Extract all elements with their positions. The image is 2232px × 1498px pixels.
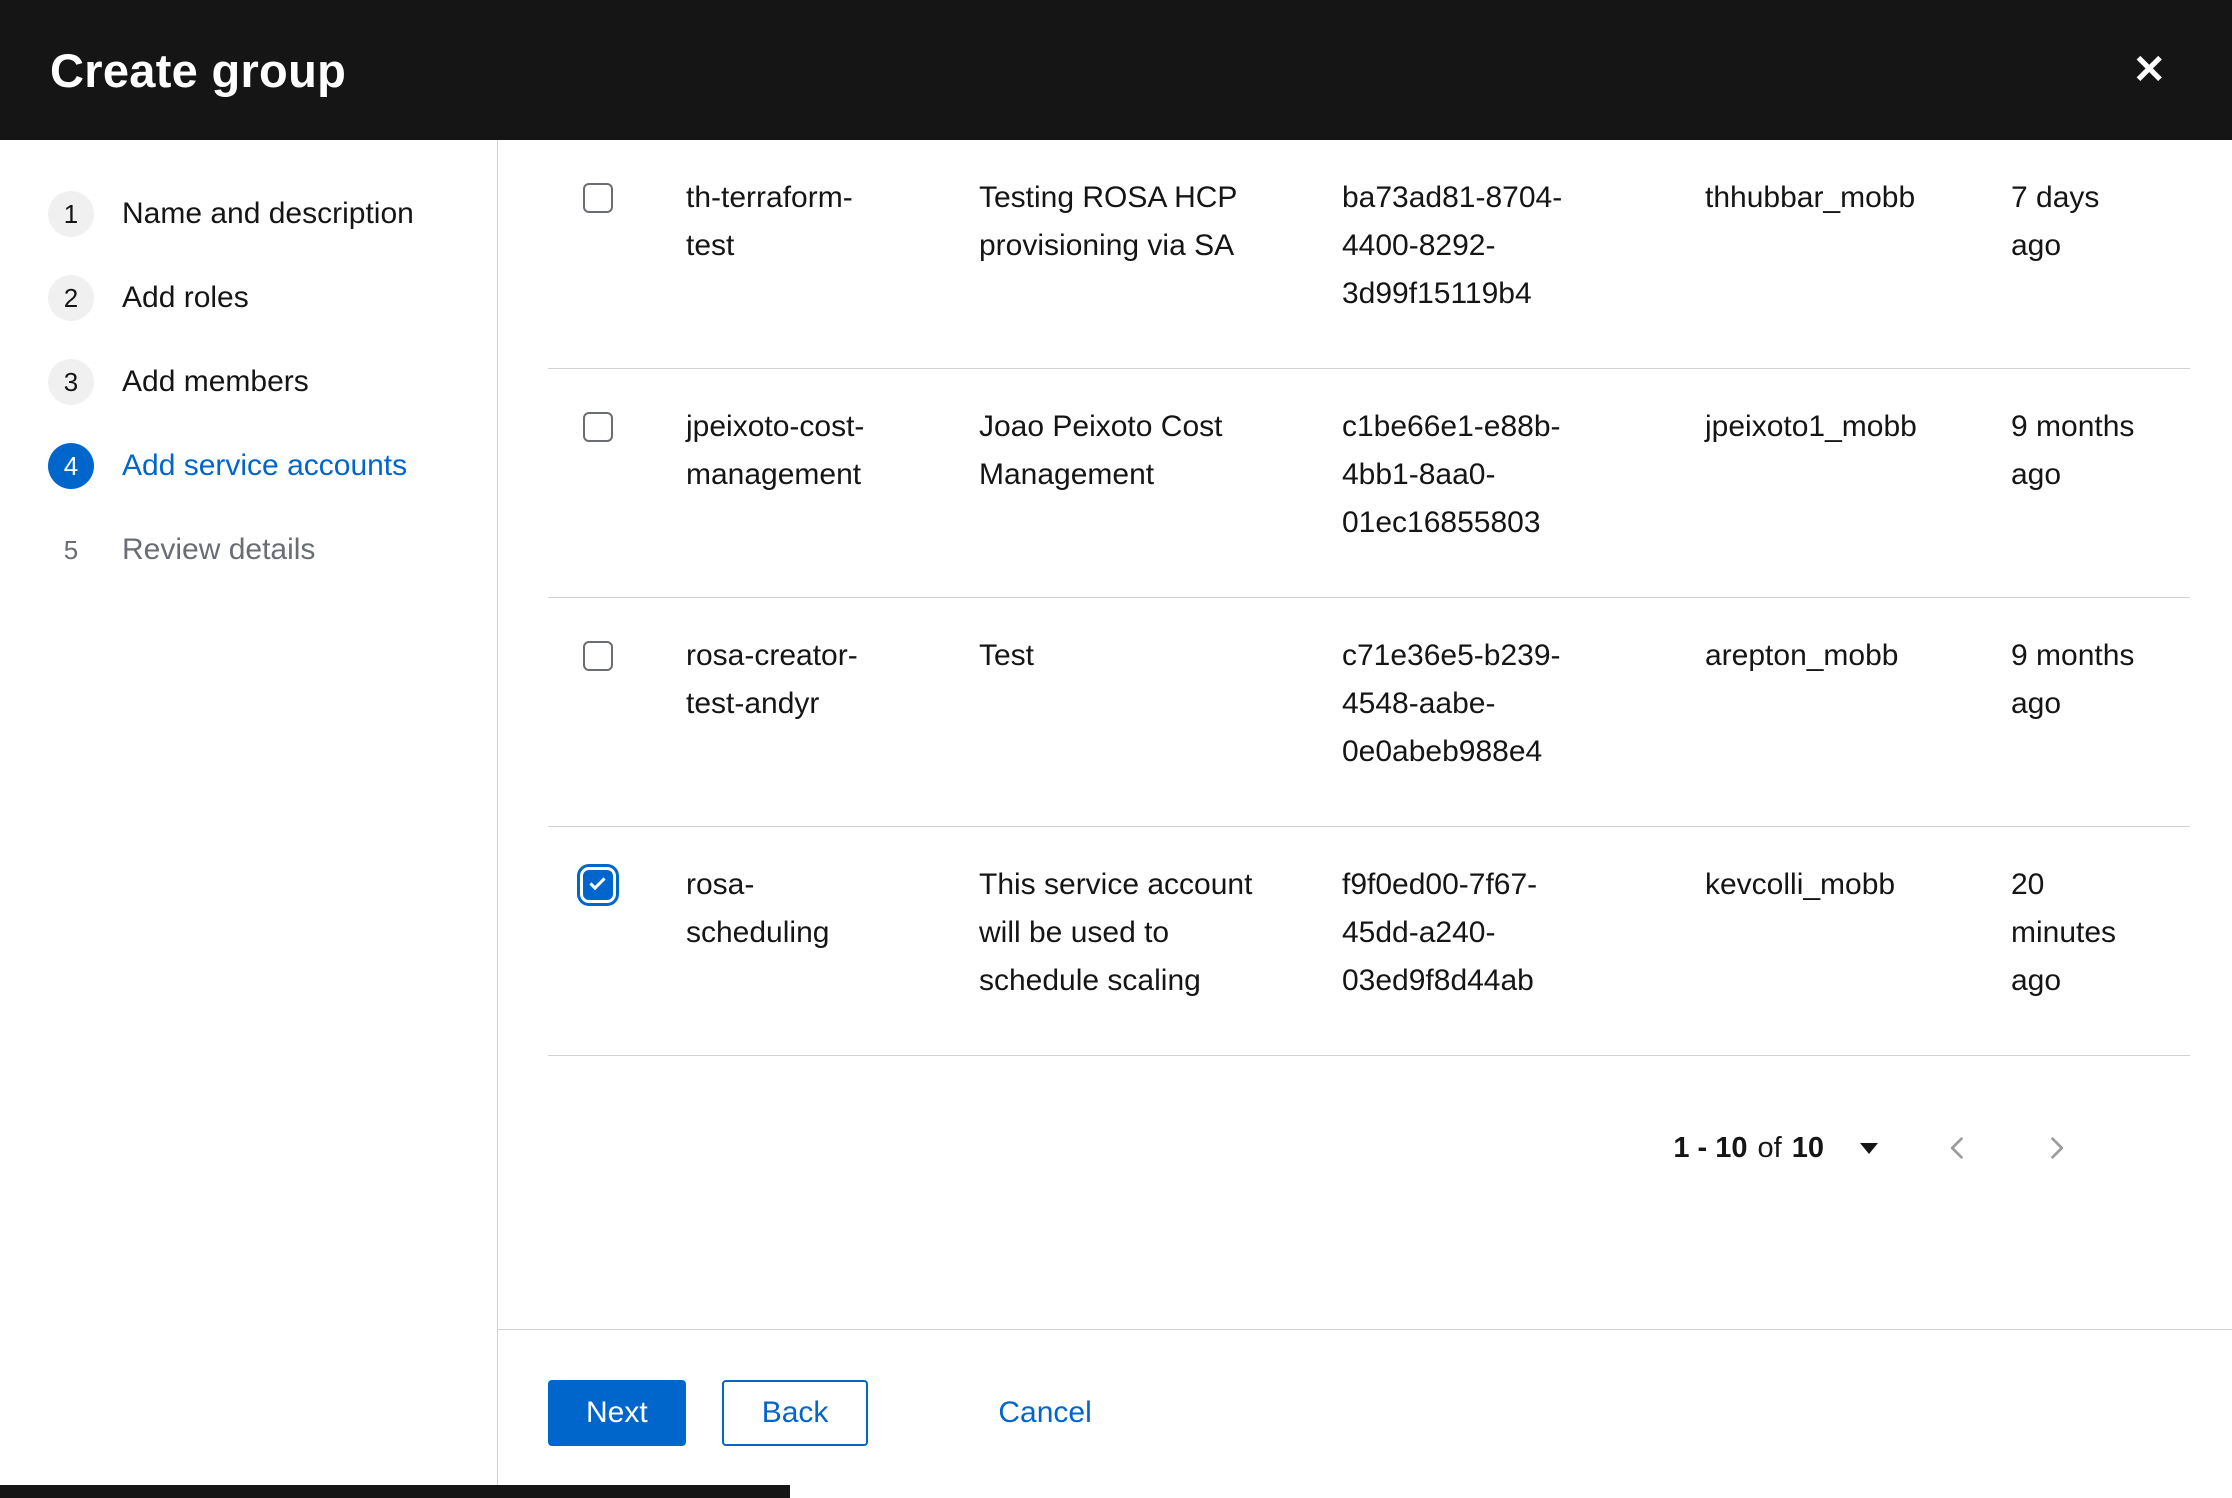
- step-number-badge: 3: [48, 359, 94, 405]
- step-number-badge: 4: [48, 443, 94, 489]
- row-select-checkbox[interactable]: [583, 183, 613, 213]
- cell-client-id: c1be66e1-e88b-4bb1-8aa0-01ec16855803: [1342, 410, 1561, 539]
- back-button[interactable]: Back: [721, 1380, 869, 1446]
- step-label: Name and description: [122, 197, 414, 230]
- checkbox-cell: [498, 403, 686, 547]
- cell-owner: kevcolli_mobb: [1705, 868, 1896, 901]
- modal-body: 1 Name and description 2 Add roles 3 Add…: [0, 140, 2232, 1498]
- cell-name: rosa-creator-test-andyr: [686, 639, 858, 720]
- cell-name: th-terraform-test: [686, 181, 853, 262]
- checkbox-cell: [498, 861, 686, 1005]
- next-button[interactable]: Next: [548, 1380, 686, 1446]
- wizard-step-add-members[interactable]: 3 Add members: [0, 340, 497, 424]
- service-accounts-table: th-terraform-test Testing ROSA HCP provi…: [498, 140, 2232, 1056]
- cell-description: This service account will be used to sch…: [979, 868, 1253, 997]
- pagination-of-label: of: [1757, 1131, 1782, 1164]
- chevron-right-icon: [2051, 1137, 2064, 1159]
- step-number-badge: 2: [48, 275, 94, 321]
- close-icon: ✕: [2132, 48, 2166, 92]
- cancel-button[interactable]: Cancel: [998, 1396, 1091, 1430]
- create-group-modal: Create group ✕ 1 Name and description 2 …: [0, 0, 2232, 1498]
- pagination: 1 - 10 of 10: [498, 1108, 2232, 1188]
- checkbox-cell: [498, 632, 686, 776]
- cell-client-id: ba73ad81-8704-4400-8292-3d99f15119b4: [1342, 181, 1563, 310]
- cell-time-created: 7 days ago: [2011, 181, 2100, 262]
- wizard-footer: Next Back Cancel: [498, 1329, 2232, 1498]
- table-row: th-terraform-test Testing ROSA HCP provi…: [498, 140, 2232, 368]
- cell-description: Testing ROSA HCP provisioning via SA: [979, 181, 1237, 262]
- cell-client-id: f9f0ed00-7f67-45dd-a240-03ed9f8d44ab: [1342, 868, 1538, 997]
- wizard-content: th-terraform-test Testing ROSA HCP provi…: [498, 140, 2232, 1498]
- cell-time-created: 20 minutes ago: [2011, 868, 2117, 997]
- cell-owner: jpeixoto1_mobb: [1705, 410, 1917, 443]
- cell-time-created: 9 months ago: [2011, 639, 2135, 720]
- step-label: Add service accounts: [122, 449, 408, 482]
- step-number-badge: 5: [63, 534, 79, 565]
- chevron-left-icon: [1950, 1137, 1963, 1159]
- close-button[interactable]: ✕: [2132, 50, 2166, 90]
- wizard-step-review-details[interactable]: 5 Review details: [0, 508, 497, 592]
- checkbox-cell: [498, 174, 686, 318]
- row-select-checkbox[interactable]: [577, 864, 619, 906]
- wizard-step-add-roles[interactable]: 2 Add roles: [0, 256, 497, 340]
- prev-page-button[interactable]: [1940, 1130, 1976, 1166]
- cell-time-created: 9 months ago: [2011, 410, 2135, 491]
- pagination-range: 1 - 10: [1673, 1131, 1748, 1164]
- wizard-nav: 1 Name and description 2 Add roles 3 Add…: [0, 140, 498, 1498]
- cell-name: rosa-scheduling: [686, 868, 830, 949]
- table-row: rosa-creator-test-andyr Test c71e36e5-b2…: [498, 598, 2232, 826]
- wizard-step-name-and-description[interactable]: 1 Name and description: [0, 172, 497, 256]
- table-row: rosa-scheduling This service account wil…: [498, 827, 2232, 1055]
- cell-client-id: c71e36e5-b239-4548-aabe-0e0abeb988e4: [1342, 639, 1561, 768]
- step-label: Add roles: [122, 281, 249, 314]
- caret-down-icon: [1860, 1142, 1878, 1154]
- window-edge: [0, 1485, 790, 1498]
- table-row: jpeixoto-cost-management Joao Peixoto Co…: [498, 369, 2232, 597]
- pagination-total: 10: [1791, 1131, 1824, 1164]
- modal-header: Create group ✕: [0, 0, 2232, 140]
- wizard-step-add-service-accounts[interactable]: 4 Add service accounts: [0, 424, 497, 508]
- cell-name: jpeixoto-cost-management: [686, 410, 865, 491]
- row-select-checkbox[interactable]: [583, 641, 613, 671]
- cell-description: Joao Peixoto Cost Management: [979, 410, 1223, 491]
- row-select-checkbox[interactable]: [583, 412, 613, 442]
- step-label: Add members: [122, 365, 309, 398]
- next-page-button[interactable]: [2038, 1130, 2074, 1166]
- pagination-menu-toggle[interactable]: 1 - 10 of 10: [1673, 1132, 1878, 1165]
- row-separator: [548, 1055, 2190, 1056]
- check-icon: [589, 873, 606, 891]
- step-number-badge: 1: [48, 191, 94, 237]
- modal-title: Create group: [50, 43, 347, 97]
- step-label: Review details: [122, 533, 316, 566]
- cell-owner: arepton_mobb: [1705, 639, 1899, 672]
- cell-owner: thhubbar_mobb: [1705, 181, 1916, 214]
- cell-description: Test: [979, 639, 1035, 672]
